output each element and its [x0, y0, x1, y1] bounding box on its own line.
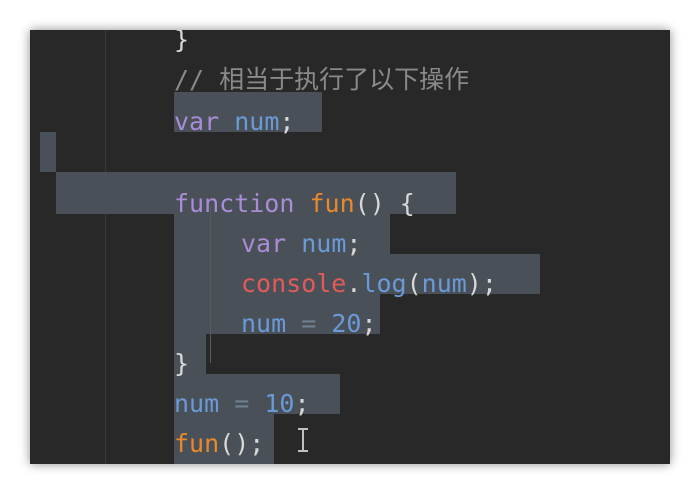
code-token: ; — [346, 229, 362, 258]
code-token: num — [234, 107, 280, 136]
code-token: var — [174, 107, 220, 136]
code-line[interactable]: var num; — [174, 102, 294, 142]
code-token: . — [346, 269, 362, 298]
code-token: 10 — [264, 389, 295, 418]
code-token: num — [421, 269, 467, 298]
indent-guide — [210, 207, 211, 363]
code-line[interactable]: } — [174, 30, 189, 60]
selection-block — [40, 132, 56, 172]
gutter-divider — [105, 30, 106, 464]
code-token: } — [174, 30, 190, 54]
code-token: // 相当于执行了以下操作 — [174, 65, 470, 94]
code-token: function — [174, 189, 295, 218]
code-token: ); — [466, 269, 497, 298]
code-token: ; — [279, 107, 295, 136]
code-token: () { — [354, 189, 415, 218]
code-token: log — [361, 269, 407, 298]
code-token: ; — [361, 309, 377, 338]
code-token: = — [301, 309, 317, 338]
code-token: fun — [309, 189, 355, 218]
code-line[interactable]: console.log(num); — [241, 264, 497, 304]
code-line[interactable]: function fun() { — [174, 184, 415, 224]
code-line[interactable]: num = 10; — [174, 384, 310, 424]
code-token: var — [241, 229, 287, 258]
code-token: num — [174, 389, 220, 418]
text-cursor-ibeam-icon — [298, 428, 308, 452]
code-token: 20 — [331, 309, 362, 338]
code-line[interactable]: num = 20; — [241, 304, 377, 344]
code-editor[interactable]: }// 相当于执行了以下操作 var num; function fun() {va… — [30, 30, 670, 464]
code-token: console — [241, 269, 347, 298]
code-token: num — [241, 309, 287, 338]
code-token: = — [234, 389, 250, 418]
code-token: ; — [294, 389, 310, 418]
code-token: num — [301, 229, 347, 258]
code-token: fun — [174, 429, 220, 458]
code-line[interactable]: // 相当于执行了以下操作 — [174, 60, 469, 100]
code-line[interactable]: fun(); — [174, 424, 264, 464]
code-token: } — [174, 349, 190, 378]
code-line[interactable]: } — [174, 344, 189, 384]
code-token: (); — [219, 429, 265, 458]
code-line[interactable]: var num; — [241, 224, 361, 264]
code-token: ( — [406, 269, 422, 298]
